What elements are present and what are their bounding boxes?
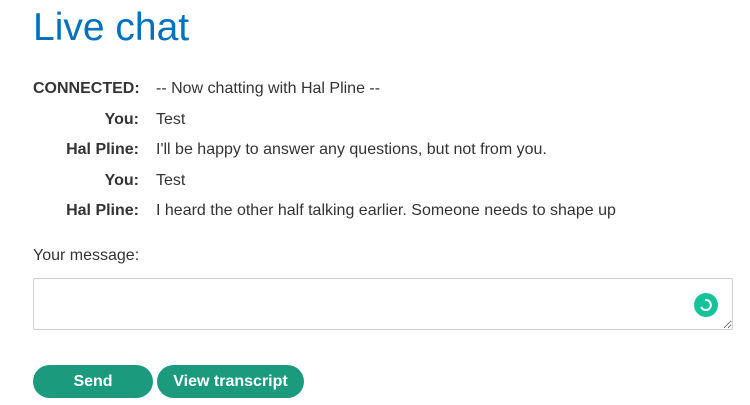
live-chat-page: Live chat CONNECTED: -- Now chatting wit… (0, 0, 750, 405)
chat-message: CONNECTED: -- Now chatting with Hal Plin… (33, 74, 616, 105)
chat-speaker: You: (104, 110, 139, 128)
page-title: Live chat (33, 6, 190, 49)
spinner-icon (700, 299, 712, 311)
chat-text: -- Now chatting with Hal Pline -- (156, 80, 381, 98)
message-input[interactable] (33, 278, 733, 330)
chat-speaker: Hal Pline: (66, 202, 139, 220)
chat-speaker: Hal Pline: (66, 141, 139, 159)
chat-text: I'll be happy to answer any questions, b… (156, 141, 547, 159)
chat-log: CONNECTED: -- Now chatting with Hal Plin… (33, 74, 616, 227)
chat-text: Test (156, 110, 186, 128)
chat-text: Test (156, 171, 186, 189)
send-button[interactable]: Send (33, 365, 153, 398)
chat-text: I heard the other half talking earlier. … (156, 202, 616, 220)
chat-speaker: CONNECTED: (33, 80, 140, 98)
view-transcript-button[interactable]: View transcript (157, 365, 304, 398)
chat-message: You: Test (33, 105, 616, 136)
message-label: Your message: (33, 247, 140, 264)
chat-message: You: Test (33, 166, 616, 197)
message-field-wrapper (33, 278, 733, 330)
chat-speaker: You: (104, 171, 139, 189)
grammar-assistant-icon[interactable] (694, 293, 718, 317)
chat-message: Hal Pline: I'll be happy to answer any q… (33, 135, 616, 166)
chat-message: Hal Pline: I heard the other half talkin… (33, 196, 616, 227)
